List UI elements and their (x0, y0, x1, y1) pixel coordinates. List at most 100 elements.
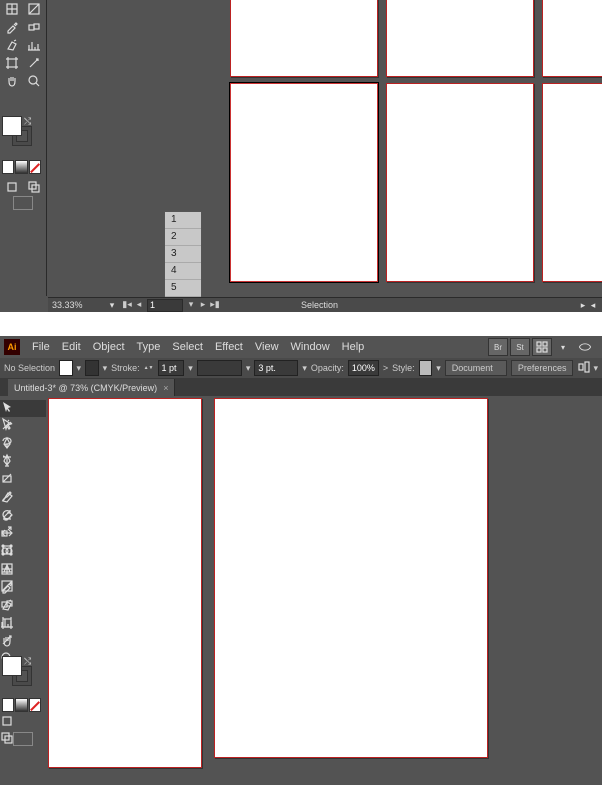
artboard-5[interactable] (386, 83, 534, 282)
draw-normal-icon[interactable] (2, 179, 22, 195)
rectangle-tool-icon[interactable] (0, 472, 46, 489)
stroke-color-swatch[interactable] (85, 360, 99, 376)
color-mode-solid[interactable] (2, 160, 14, 174)
variable-width-profile[interactable] (197, 360, 242, 376)
zoom-level[interactable]: 33.33% (48, 300, 107, 310)
nav-dropdown-icon[interactable]: ▾ (185, 299, 197, 311)
stroke-weight-dropdown-icon[interactable]: ▾ (188, 363, 193, 374)
document-tab[interactable]: Untitled-3* @ 73% (CMYK/Preview) × (8, 379, 175, 396)
mesh-tool-icon[interactable] (0, 562, 46, 579)
eyedropper-tool-icon[interactable] (2, 19, 22, 35)
symbol-sprayer-tool-icon[interactable] (0, 598, 46, 615)
stock-button[interactable]: St (510, 338, 530, 356)
artboard-nav-item[interactable]: 5 (165, 280, 201, 297)
width-tool-icon[interactable] (0, 526, 46, 543)
canvas-area-top[interactable] (48, 0, 602, 296)
menu-object[interactable]: Object (87, 336, 131, 358)
stroke-weight-stepper-icon[interactable]: ▲▼ (144, 366, 154, 371)
app-logo[interactable]: Ai (4, 339, 20, 355)
stroke-weight-field[interactable]: 1 pt (158, 360, 185, 376)
artboard-nav-item[interactable]: 4 (165, 263, 201, 280)
arrange-dropdown-icon[interactable]: ▾ (554, 339, 572, 355)
shaper-tool-icon[interactable] (0, 490, 46, 507)
draw-normal-icon[interactable] (0, 714, 46, 731)
graphic-style-swatch[interactable] (419, 360, 433, 376)
artboard-nav-item[interactable]: 1 (165, 212, 201, 229)
nav-prev-icon[interactable]: ◂ (133, 299, 145, 311)
magic-wand-tool-icon[interactable] (0, 418, 46, 435)
opacity-field[interactable]: 100% (348, 360, 379, 376)
nav-last-icon[interactable]: ▸▮ (209, 299, 221, 311)
artboard-a[interactable] (48, 398, 202, 768)
menu-view[interactable]: View (249, 336, 285, 358)
gradient-tool-icon[interactable] (24, 1, 44, 17)
color-mode-none[interactable] (29, 160, 41, 174)
bridge-button[interactable]: Br (488, 338, 508, 356)
brush-definition-field[interactable]: 3 pt. Round (254, 360, 298, 376)
align-dropdown-icon[interactable]: ▾ (593, 363, 598, 374)
artboard-1[interactable] (230, 0, 378, 77)
screen-mode-button[interactable] (13, 196, 33, 210)
fill-swatch[interactable] (2, 656, 22, 676)
hand-tool-icon[interactable] (2, 73, 22, 89)
preferences-button[interactable]: Preferences (511, 360, 574, 376)
document-setup-button[interactable]: Document Setup (445, 360, 507, 376)
rotate-tool-icon[interactable] (0, 508, 46, 525)
align-to-icon[interactable] (577, 360, 591, 376)
artboard-tool-icon[interactable] (2, 55, 22, 71)
artboard-number-field[interactable]: 1 (147, 299, 183, 312)
artboard-2[interactable] (386, 0, 534, 77)
artboard-b[interactable] (214, 398, 488, 758)
menu-type[interactable]: Type (131, 336, 167, 358)
menu-help[interactable]: Help (336, 336, 371, 358)
hand-tool-icon[interactable] (0, 634, 46, 651)
style-dropdown-icon[interactable]: ▾ (436, 363, 441, 374)
close-tab-icon[interactable]: × (163, 383, 168, 393)
artboard-3[interactable] (542, 0, 602, 77)
artboard-nav-item[interactable]: 2 (165, 229, 201, 246)
artboard-tool-icon[interactable] (0, 616, 46, 633)
color-mode-gradient[interactable] (15, 160, 27, 174)
zoom-tool-icon[interactable] (24, 73, 44, 89)
eyedropper-tool-icon[interactable] (0, 580, 46, 597)
artboard-4[interactable] (230, 83, 378, 282)
column-graph-tool-icon[interactable] (24, 37, 44, 53)
nav-next-icon[interactable]: ▸ (197, 299, 209, 311)
slice-tool-icon[interactable] (24, 55, 44, 71)
screen-mode-button[interactable] (13, 732, 33, 746)
artboard-6[interactable] (542, 83, 602, 282)
artboard-nav-popup[interactable]: 1 2 3 4 5 (164, 211, 202, 298)
selection-tool-icon[interactable] (0, 400, 46, 417)
width-profile-dropdown-icon[interactable]: ▾ (246, 363, 251, 374)
nav-first-icon[interactable]: ▮◂ (121, 299, 133, 311)
illustrator-window-bottom: Ai File Edit Object Type Select Effect V… (0, 336, 602, 785)
fill-dropdown-icon[interactable]: ▾ (77, 363, 82, 374)
fill-swatch[interactable] (2, 116, 22, 136)
color-mode-solid[interactable] (2, 698, 14, 712)
status-tri-left-icon[interactable]: ◂ (588, 300, 598, 311)
blend-tool-icon[interactable] (24, 19, 44, 35)
shape-builder-tool-icon[interactable] (0, 544, 46, 561)
brush-dropdown-icon[interactable]: ▾ (302, 363, 307, 374)
gpu-performance-icon[interactable] (574, 339, 596, 355)
menu-select[interactable]: Select (166, 336, 209, 358)
arrange-documents-icon[interactable] (532, 338, 552, 356)
status-tri-right-icon[interactable]: ▸ (578, 300, 588, 311)
menu-effect[interactable]: Effect (209, 336, 249, 358)
draw-behind-icon[interactable] (24, 179, 44, 195)
fill-color-swatch[interactable] (59, 360, 73, 376)
zoom-dropdown-icon[interactable]: ▾ (107, 300, 117, 311)
pen-tool-icon[interactable] (0, 436, 46, 453)
menu-edit[interactable]: Edit (56, 336, 87, 358)
stroke-dropdown-icon[interactable]: ▾ (103, 363, 108, 374)
symbol-sprayer-tool-icon[interactable] (2, 37, 22, 53)
opacity-dropdown-icon[interactable]: > (383, 363, 388, 373)
mesh-tool-icon[interactable] (2, 1, 22, 17)
color-mode-gradient[interactable] (15, 698, 27, 712)
menu-file[interactable]: File (26, 336, 56, 358)
artboard-nav-item[interactable]: 3 (165, 246, 201, 263)
canvas-area-bottom[interactable] (46, 396, 602, 785)
type-tool-icon[interactable] (0, 454, 46, 471)
color-mode-none[interactable] (29, 698, 41, 712)
menu-window[interactable]: Window (285, 336, 336, 358)
